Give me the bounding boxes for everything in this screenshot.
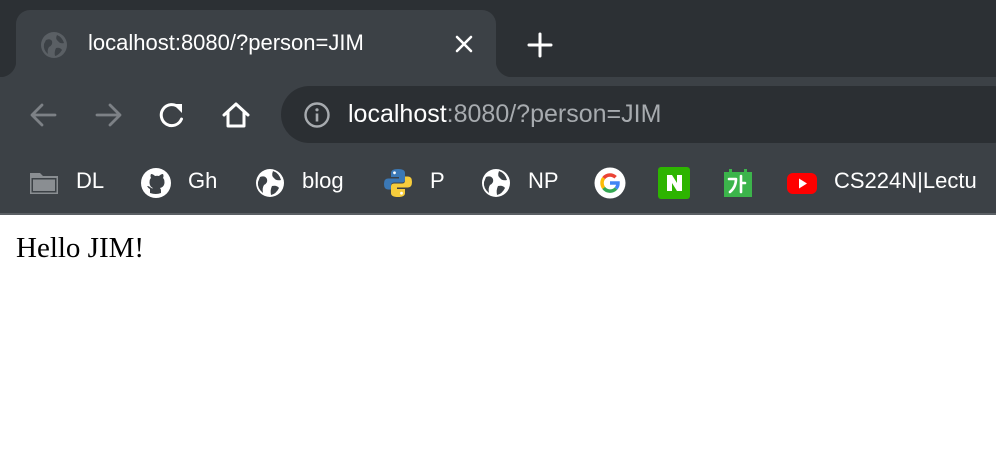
bookmark-label: blog: [302, 168, 344, 193]
url-host: localhost: [348, 100, 447, 128]
google-icon: [594, 167, 626, 199]
youtube-icon: [787, 173, 817, 194]
naver-icon: [658, 167, 690, 199]
close-tab-icon[interactable]: [452, 32, 476, 56]
page-greeting: Hello JIM!: [16, 232, 145, 264]
korean-dictionary-icon: [724, 169, 752, 197]
bookmark-label: Gh: [188, 168, 218, 193]
home-icon[interactable]: [216, 95, 256, 135]
new-tab-icon[interactable]: [526, 31, 554, 59]
info-icon[interactable]: [303, 101, 331, 129]
bookmark-label: CS224N|Lectu: [834, 168, 977, 193]
globe-icon: [41, 32, 67, 58]
forward-arrow-icon[interactable]: [88, 95, 128, 135]
tab-title: localhost:8080/?person=JIM: [88, 30, 364, 55]
bookmark-label: DL: [76, 168, 105, 193]
tab-strip: localhost:8080/?person=JIM: [0, 0, 996, 77]
python-icon: [384, 169, 412, 197]
globe-icon: [256, 169, 284, 197]
folder-icon: [30, 173, 58, 194]
back-arrow-icon[interactable]: [24, 95, 64, 135]
github-icon: [141, 168, 171, 198]
browser-toolbar: localhost:8080/?person=JIM: [0, 77, 996, 153]
bookmark-label: P: [430, 168, 445, 193]
bookmarks-divider: [0, 213, 996, 215]
bookmarks-bar: DL Gh blog P NP CS224N|Lectu: [0, 153, 996, 213]
browser-tab[interactable]: localhost:8080/?person=JIM: [0, 10, 512, 77]
bookmark-label: NP: [528, 168, 559, 193]
reload-icon[interactable]: [152, 95, 192, 135]
globe-icon: [482, 169, 510, 197]
address-bar[interactable]: localhost:8080/?person=JIM: [281, 86, 996, 143]
url-path: :8080/?person=JIM: [446, 100, 662, 128]
url-text[interactable]: localhost:8080/?person=JIM: [348, 100, 661, 129]
